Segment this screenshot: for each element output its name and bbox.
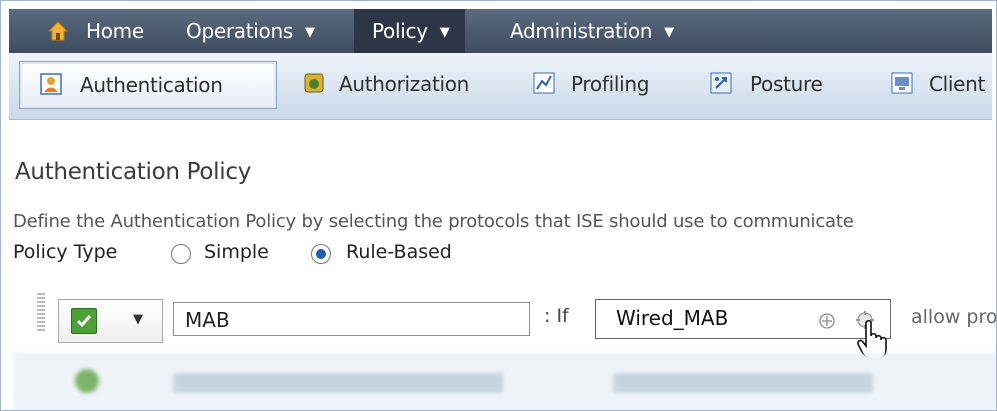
authorization-icon bbox=[304, 73, 324, 93]
drag-handle[interactable] bbox=[37, 293, 45, 331]
posture-icon bbox=[710, 72, 732, 94]
chevron-down-icon: ▼ bbox=[664, 25, 674, 40]
condition-field[interactable]: Wired_MAB bbox=[595, 299, 891, 339]
check-icon bbox=[71, 308, 97, 334]
chevron-down-icon: ▼ bbox=[133, 312, 143, 327]
radio-rule-based[interactable] bbox=[311, 244, 331, 264]
policy-type-label: Policy Type bbox=[13, 241, 118, 263]
blurred-field bbox=[613, 373, 873, 393]
ise-window: Home Operations ▼ Policy ▼ Administration ▼… bbox=[0, 0, 997, 411]
nav-policy[interactable]: Policy ▼ bbox=[354, 9, 466, 53]
radio-selected-dot bbox=[316, 249, 326, 259]
page-description: Define the Authentication Policy by sele… bbox=[13, 211, 854, 232]
if-label: : If bbox=[544, 305, 569, 327]
home-icon bbox=[47, 21, 69, 41]
add-condition-icon[interactable] bbox=[818, 312, 836, 330]
radio-simple[interactable] bbox=[171, 244, 191, 264]
blurred-field bbox=[173, 373, 503, 393]
user-icon bbox=[40, 73, 62, 95]
top-nav: Home Operations ▼ Policy ▼ Administration ▼ bbox=[9, 9, 992, 53]
rule-name-input[interactable]: MAB bbox=[173, 302, 530, 336]
condition-text: Wired_MAB bbox=[616, 306, 729, 330]
nav-administration[interactable]: Administration ▼ bbox=[494, 9, 690, 53]
tab-authentication[interactable]: Authentication bbox=[19, 61, 277, 109]
page-title: Authentication Policy bbox=[15, 159, 252, 185]
blurred-rule-row bbox=[13, 354, 996, 410]
profiling-icon bbox=[533, 72, 555, 94]
rule-status-dropdown[interactable]: ▼ bbox=[58, 299, 163, 343]
tab-client-provisioning[interactable]: Client P bbox=[887, 61, 992, 107]
chevron-down-icon: ▼ bbox=[304, 25, 315, 40]
radio-simple-label: Simple bbox=[204, 241, 269, 263]
allow-protocols-label: allow pro bbox=[911, 306, 997, 328]
sub-nav: Authentication Authorization Profiling P… bbox=[9, 53, 992, 120]
status-icon bbox=[75, 369, 99, 393]
nav-operations[interactable]: Operations ▼ bbox=[171, 9, 330, 53]
client-provisioning-icon bbox=[891, 72, 913, 94]
chevron-down-icon: ▼ bbox=[439, 25, 450, 40]
radio-rule-based-label: Rule-Based bbox=[346, 241, 452, 263]
nav-home[interactable]: Home bbox=[86, 9, 144, 53]
